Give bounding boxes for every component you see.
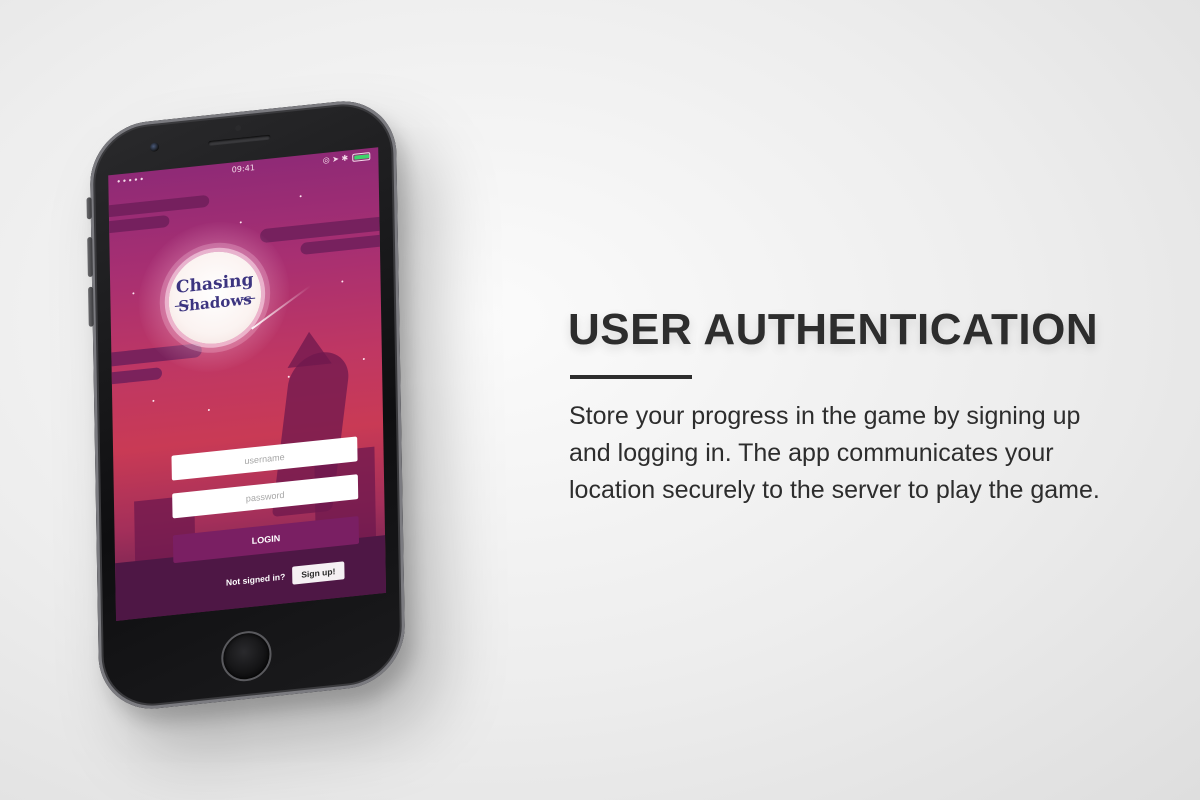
feature-description: Store your progress in the game by signi… xyxy=(569,402,1100,504)
cloud-decoration xyxy=(108,367,163,388)
home-button[interactable] xyxy=(220,628,272,684)
phone-body: ••••• 09:41 ◎ ➤ ✱ Chasing Shadows userna… xyxy=(86,95,406,715)
proximity-sensor xyxy=(235,124,242,132)
status-indicators-icon: ◎ ➤ ✱ xyxy=(322,153,349,166)
star-decoration xyxy=(152,399,155,402)
star-decoration xyxy=(132,292,135,295)
star-decoration xyxy=(299,195,302,198)
wizard-hat xyxy=(286,329,332,368)
phone-volume-up-button xyxy=(87,236,93,278)
feature-title: USER AUTHENTICATION xyxy=(568,305,1099,354)
front-camera-icon xyxy=(149,142,160,153)
phone-volume-down-button xyxy=(88,286,94,327)
title-underline xyxy=(570,375,692,379)
phone-screen: ••••• 09:41 ◎ ➤ ✱ Chasing Shadows userna… xyxy=(108,147,387,621)
battery-icon xyxy=(352,152,371,162)
status-bar: ••••• 09:41 ◎ ➤ ✱ xyxy=(108,147,378,191)
phone-mockup: ••••• 09:41 ◎ ➤ ✱ Chasing Shadows userna… xyxy=(0,0,600,800)
star-decoration xyxy=(239,221,242,224)
cloud-decoration xyxy=(108,214,170,237)
star-decoration xyxy=(341,280,344,283)
battery-level-fill xyxy=(354,154,370,160)
phone-side-button xyxy=(86,197,92,220)
earpiece-speaker xyxy=(208,134,271,147)
not-signed-in-label: Not signed in? xyxy=(225,571,286,588)
star-decoration xyxy=(207,408,210,412)
star-decoration xyxy=(362,357,365,361)
